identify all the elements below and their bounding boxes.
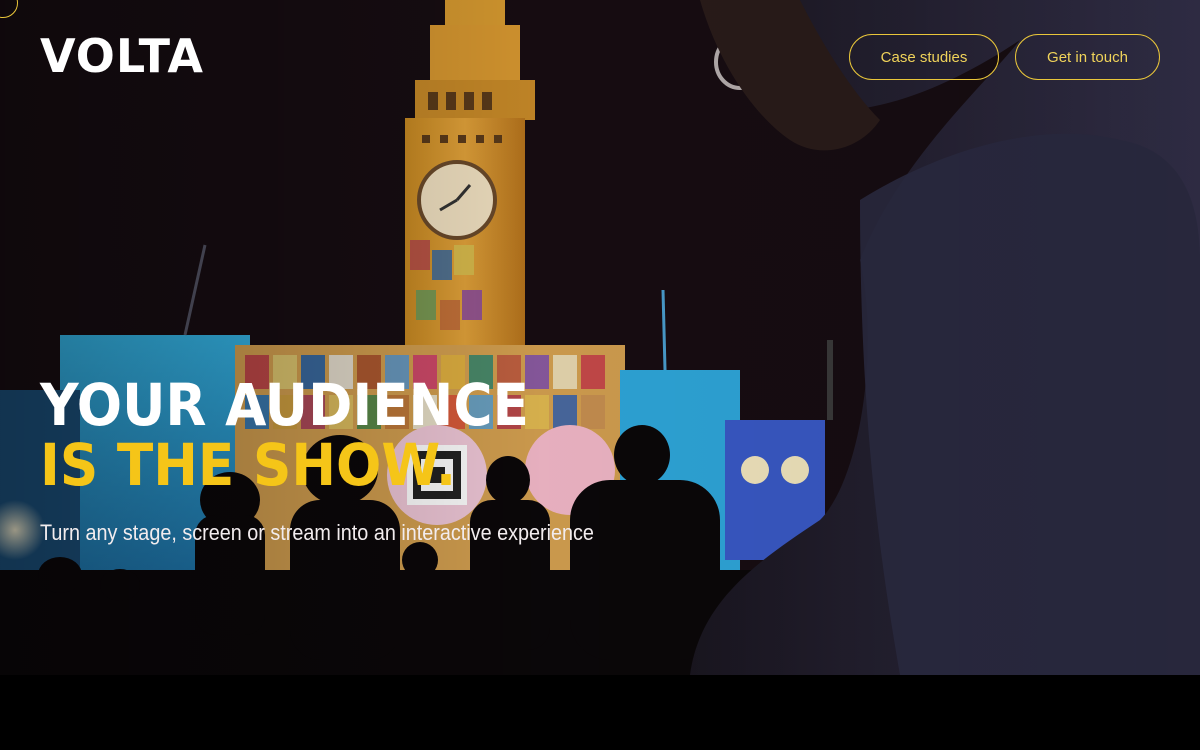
hero-headline: YOUR AUDIENCE IS THE SHOW.: [40, 375, 529, 495]
headline-line-1: YOUR AUDIENCE: [40, 371, 529, 439]
page: VOLTA Case studies Get in touch YOUR AUD…: [0, 0, 1200, 750]
headline-line-2: IS THE SHOW.: [40, 431, 457, 499]
hero-video-background: [0, 0, 1200, 675]
logo-text: VOLTA: [40, 29, 205, 83]
header-nav: Case studies Get in touch: [849, 34, 1160, 80]
get-in-touch-button[interactable]: Get in touch: [1015, 34, 1160, 80]
hero-subheadline: Turn any stage, screen or stream into an…: [40, 520, 594, 545]
case-studies-button[interactable]: Case studies: [849, 34, 999, 80]
hero-overlay: [0, 0, 1200, 675]
bottom-black-bar: [0, 675, 1200, 750]
volta-logo[interactable]: VOLTA: [40, 33, 204, 79]
